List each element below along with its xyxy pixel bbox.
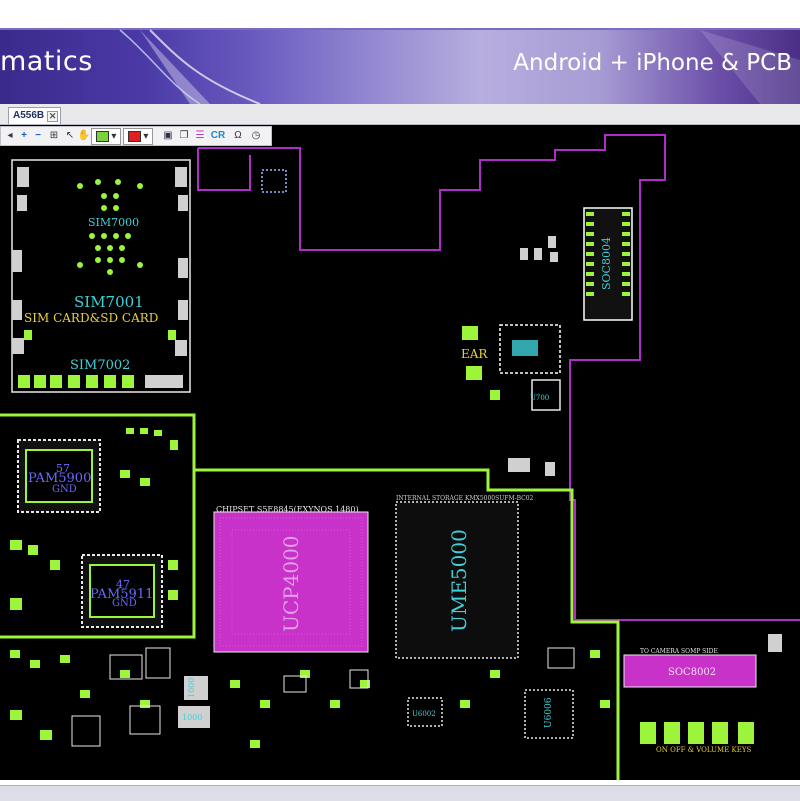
red-swatch [127,130,141,142]
pcb-board-view[interactable]: SIM7000 SIM7001 SIM CARD&SD CARD SIM7002… [0,125,800,780]
list-icon[interactable]: ☰ [193,128,207,143]
corner-pad [768,634,782,652]
hand-icon[interactable]: ✋ [77,128,91,143]
banner-subtitle: Android + iPhone & PCB [513,50,792,76]
sim7001-label: SIM7001 [74,293,144,311]
zoom-in-icon[interactable]: + [17,128,31,143]
u6006-label: U6006 [544,697,554,728]
pam5911-gnd: GND [112,598,137,609]
bottom-outlines [71,647,575,747]
status-strip [0,785,800,801]
omega-icon[interactable]: Ω [231,128,245,143]
u6002-label: U6002 [412,710,436,718]
storage-label: INTERNAL STORAGE KMX5000SUFM-BC02 [396,495,534,502]
green-swatch [95,130,109,142]
sim7002-label: SIM7002 [70,358,130,373]
cr-icon[interactable]: CR [209,128,227,143]
select-icon[interactable]: ↖ [63,128,77,143]
sim-card-label: SIM CARD&SD CARD [24,311,158,325]
zoom-out-icon[interactable]: − [31,128,45,143]
soc8004-label: SOC8004 [600,237,613,290]
soc8002-label: SOC8002 [668,667,716,678]
clock-icon[interactable]: ◷ [249,128,263,143]
tab-a556b[interactable]: A556B ✕ [8,107,62,124]
color-green-dropdown[interactable]: ▾ [91,128,121,145]
u700-label: U700 [530,394,549,402]
small-ic-outline [261,169,287,193]
ear-ic-core [512,340,538,356]
color-red-dropdown[interactable]: ▾ [123,128,153,145]
close-icon[interactable]: ✕ [47,111,59,122]
back-icon[interactable]: ◂ [3,128,17,143]
sim7000-label: SIM7000 [88,216,139,229]
ear-pads [462,326,500,400]
pam5900-gnd: GND [52,484,77,495]
cap-1000-b-label: 1000 [182,713,202,722]
copy-icon[interactable]: ❐ [177,128,191,143]
ucp4000-label: UCP4000 [279,535,303,632]
keys-label: ON OFF & VOLUME KEYS [656,746,752,754]
tab-label: A556B [13,110,45,121]
pcb-layout: SIM7000 SIM7001 SIM CARD&SD CARD SIM7002… [0,134,800,780]
ume5000-label: UME5000 [447,529,471,632]
header-banner: matics Android + iPhone & PCB [0,0,800,104]
key-pads [640,722,754,744]
sim-tray-pads [12,167,188,388]
camera-label: TO CAMERA SOMP SIDE [640,648,718,655]
viewer-toolbar: ◂ + − ⊞ ↖ ✋ ▾ ▾ ▣ ❐ ☰ CR Ω ◷ [0,126,272,146]
ear-label: EAR [461,347,488,361]
fit-icon[interactable]: ⊞ [47,128,61,143]
document-tab-bar: A556B ✕ [0,104,800,125]
layers-icon[interactable]: ▣ [161,128,175,143]
banner-title: matics [0,46,93,77]
board-outline-notch [197,148,251,191]
cap-1000-a-label: 1000 [187,678,196,698]
